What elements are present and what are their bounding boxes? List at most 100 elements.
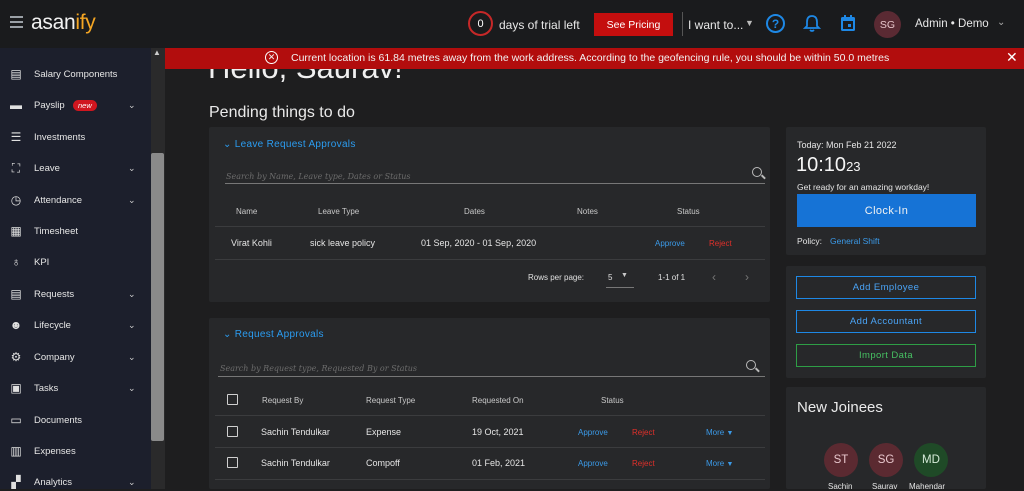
help-icon[interactable]: ? <box>766 14 785 33</box>
sidebar-item-requests[interactable]: ▤ Requests ⌄ <box>0 279 150 309</box>
chevron-down-icon[interactable]: ▼ <box>745 18 754 28</box>
sidebar-item-attendance[interactable]: ◷ Attendance ⌄ <box>0 185 150 215</box>
avatar[interactable]: ST <box>824 443 858 477</box>
reject-button[interactable]: Reject <box>632 428 655 437</box>
policy-link[interactable]: General Shift <box>830 236 880 246</box>
sidebar-item-investments[interactable]: ☰ Investments <box>0 122 150 152</box>
request-approvals-toggle[interactable]: ⌄ Request Approvals <box>223 329 324 340</box>
sidebar-item-expenses[interactable]: ▥ Expenses <box>0 436 150 466</box>
sidebar-item-label: Leave <box>34 162 60 174</box>
select-all-checkbox[interactable] <box>227 394 238 405</box>
request-row-date: 19 Oct, 2021 <box>472 427 524 437</box>
company-icon: ⚙ <box>10 350 22 364</box>
prev-page-icon[interactable]: ‹ <box>712 270 716 284</box>
row-checkbox[interactable] <box>227 426 238 437</box>
search-icon[interactable] <box>746 360 756 370</box>
more-label: More <box>706 428 725 437</box>
sidebar-item-label: Requests <box>34 288 75 300</box>
sidebar-item-leave[interactable]: ⛶ Leave ⌄ <box>0 153 150 183</box>
sidebar-item-analytics[interactable]: ▞ Analytics ⌄ <box>0 467 150 489</box>
col-header-notes[interactable]: Notes <box>577 207 598 216</box>
chevron-down-icon[interactable]: ⌄ <box>128 163 136 174</box>
bell-icon[interactable] <box>803 14 821 33</box>
leave-icon: ⛶ <box>11 161 21 175</box>
sidebar-item-label: Tasks <box>34 382 59 394</box>
col-header-request-type[interactable]: Request Type <box>366 396 415 405</box>
more-button[interactable]: More ▼ <box>706 428 733 437</box>
sidebar-item-payslip[interactable]: ▬ Payslip new ⌄ <box>0 90 150 120</box>
close-icon[interactable]: ✕ <box>1006 49 1018 66</box>
sidebar-item-salary-components[interactable]: ▤ Salary Components <box>0 59 150 89</box>
request-row-date: 01 Feb, 2021 <box>472 458 526 468</box>
leave-row-type: sick leave policy <box>310 238 376 248</box>
i-want-to-menu[interactable]: I want to... <box>688 18 743 32</box>
salary-icon: ▤ <box>10 67 22 81</box>
col-header-leave-type[interactable]: Leave Type <box>318 207 359 216</box>
row-checkbox[interactable] <box>227 457 238 468</box>
sidebar-item-company[interactable]: ⚙ Company ⌄ <box>0 342 150 372</box>
add-accountant-button[interactable]: Add Accountant <box>796 310 976 333</box>
avatar[interactable]: MD <box>914 443 948 477</box>
sidebar-item-kpi[interactable]: ♁ KPI <box>0 247 150 277</box>
alert-text: Current location is 61.84 metres away fr… <box>291 52 890 64</box>
sidebar-item-timesheet[interactable]: ▦ Timesheet <box>0 216 150 246</box>
leave-search-input[interactable]: Search by Name, Leave type, Dates or Sta… <box>226 172 411 181</box>
chevron-down-icon[interactable]: ⌄ <box>128 352 136 363</box>
row-divider <box>215 226 765 227</box>
chevron-down-icon[interactable]: ⌄ <box>128 320 136 331</box>
clock-in-button[interactable]: Clock-In <box>797 194 976 227</box>
trial-days-counter: 0 <box>468 11 493 36</box>
rows-per-page-select[interactable]: 5 <box>608 273 612 282</box>
topbar-divider <box>682 12 683 36</box>
request-row-by: Sachin Tendulkar <box>261 427 330 437</box>
col-header-request-by[interactable]: Request By <box>262 396 303 405</box>
calendar-icon[interactable] <box>839 14 857 33</box>
clock-time: 10:1023 <box>796 154 861 177</box>
chevron-down-icon[interactable]: ⌄ <box>128 100 136 111</box>
chevron-down-icon[interactable]: ⌄ <box>128 195 136 206</box>
timesheet-icon: ▦ <box>10 224 22 238</box>
approve-button[interactable]: Approve <box>655 239 685 248</box>
menu-icon[interactable] <box>10 16 23 30</box>
approve-button[interactable]: Approve <box>578 428 608 437</box>
sidebar-item-lifecycle[interactable]: ☻ Lifecycle ⌄ <box>0 310 150 340</box>
col-header-dates[interactable]: Dates <box>464 207 485 216</box>
chevron-down-icon: ⌄ <box>223 329 235 340</box>
next-page-icon[interactable]: › <box>745 270 749 284</box>
sidebar-item-documents[interactable]: ▭ Documents <box>0 405 150 435</box>
chevron-down-icon[interactable]: ⌄ <box>997 17 1005 28</box>
avatar[interactable]: SG <box>874 11 901 38</box>
scroll-up-arrow-icon[interactable]: ▲ <box>153 48 161 57</box>
sidebar-item-label: Analytics <box>34 476 73 488</box>
top-bar: asanify 0 days of trial left See Pricing… <box>0 0 1024 48</box>
chevron-down-icon[interactable]: ▼ <box>621 272 628 279</box>
reject-button[interactable]: Reject <box>709 239 732 248</box>
avatar[interactable]: SG <box>869 443 903 477</box>
trial-text: days of trial left <box>499 18 580 32</box>
more-button[interactable]: More ▼ <box>706 459 733 468</box>
reject-button[interactable]: Reject <box>632 459 655 468</box>
add-employee-button[interactable]: Add Employee <box>796 276 976 299</box>
search-icon[interactable] <box>752 167 762 177</box>
logo[interactable]: asanify <box>31 11 96 35</box>
col-header-status[interactable]: Status <box>677 207 700 216</box>
leave-approvals-toggle[interactable]: ⌄ Leave Request Approvals <box>223 139 356 150</box>
chevron-down-icon[interactable]: ⌄ <box>128 477 136 488</box>
sidebar-item-tasks[interactable]: ▣ Tasks ⌄ <box>0 373 150 403</box>
approve-button[interactable]: Approve <box>578 459 608 468</box>
chevron-down-icon[interactable]: ⌄ <box>128 383 136 394</box>
col-header-requested-on[interactable]: Requested On <box>472 396 524 405</box>
chevron-down-icon[interactable]: ⌄ <box>128 289 136 300</box>
col-header-status[interactable]: Status <box>601 396 624 405</box>
user-name[interactable]: Admin • Demo <box>915 18 989 30</box>
sidebar-scrollbar-thumb[interactable] <box>151 153 164 441</box>
request-search-input[interactable]: Search by Request type, Requested By or … <box>220 364 417 373</box>
sidebar-item-label: Company <box>34 351 75 363</box>
sidebar-item-label: Expenses <box>34 445 76 457</box>
see-pricing-button[interactable]: See Pricing <box>594 13 673 36</box>
chevron-down-icon: ▼ <box>726 461 734 468</box>
import-data-button[interactable]: Import Data <box>796 344 976 367</box>
col-header-name[interactable]: Name <box>236 207 257 216</box>
section-title: Request Approvals <box>234 329 324 340</box>
sidebar-item-label: Attendance <box>34 194 83 206</box>
